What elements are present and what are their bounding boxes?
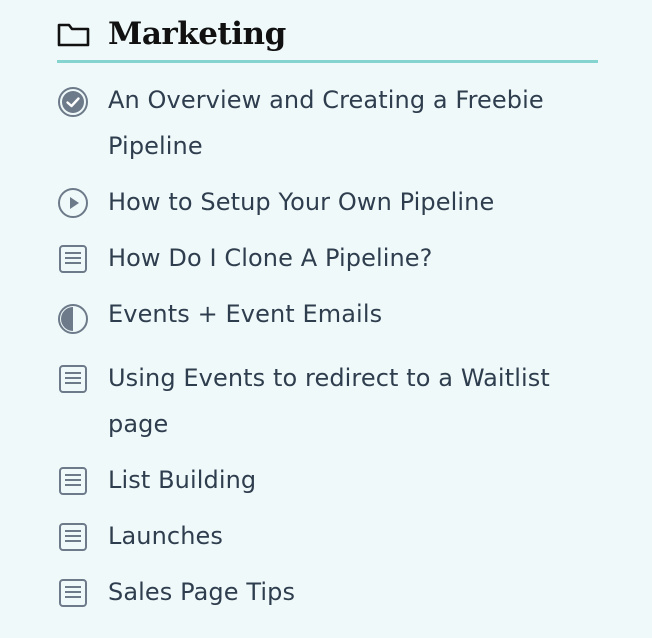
lesson-item[interactable]: How to Setup Your Own Pipeline [57, 179, 598, 225]
lesson-item[interactable]: An Overview and Creating a Freebie Pipel… [57, 77, 598, 169]
lesson-item[interactable]: Events + Event Emails [57, 291, 598, 337]
document-icon [57, 513, 89, 553]
lesson-item[interactable]: Sales Page Tips [57, 569, 598, 615]
lesson-label[interactable]: An Overview and Creating a Freebie Pipel… [108, 77, 598, 169]
lesson-label[interactable]: Events + Event Emails [108, 291, 382, 337]
lesson-label[interactable]: How to Setup Your Own Pipeline [108, 179, 494, 225]
document-icon [57, 235, 89, 275]
lesson-item[interactable]: Using Events to redirect to a Waitlist p… [57, 355, 598, 447]
document-icon [57, 569, 89, 609]
folder-icon [57, 20, 91, 48]
play-circle-icon [57, 179, 89, 219]
half-circle-icon [57, 291, 89, 335]
document-icon [57, 355, 89, 395]
section-title: Marketing [108, 16, 286, 52]
course-section-marketing: Marketing An Overview and Creating a Fre… [57, 14, 598, 615]
lesson-label[interactable]: List Building [108, 457, 256, 503]
lesson-label[interactable]: Using Events to redirect to a Waitlist p… [108, 355, 598, 447]
document-icon [57, 457, 89, 497]
lesson-label[interactable]: How Do I Clone A Pipeline? [108, 235, 433, 281]
section-header: Marketing [57, 14, 598, 63]
lesson-list: An Overview and Creating a Freebie Pipel… [57, 77, 598, 615]
check-circle-icon [57, 77, 89, 118]
lesson-label[interactable]: Launches [108, 513, 223, 559]
lesson-item[interactable]: How Do I Clone A Pipeline? [57, 235, 598, 281]
lesson-label[interactable]: Sales Page Tips [108, 569, 295, 615]
lesson-item[interactable]: List Building [57, 457, 598, 503]
lesson-item[interactable]: Launches [57, 513, 598, 559]
